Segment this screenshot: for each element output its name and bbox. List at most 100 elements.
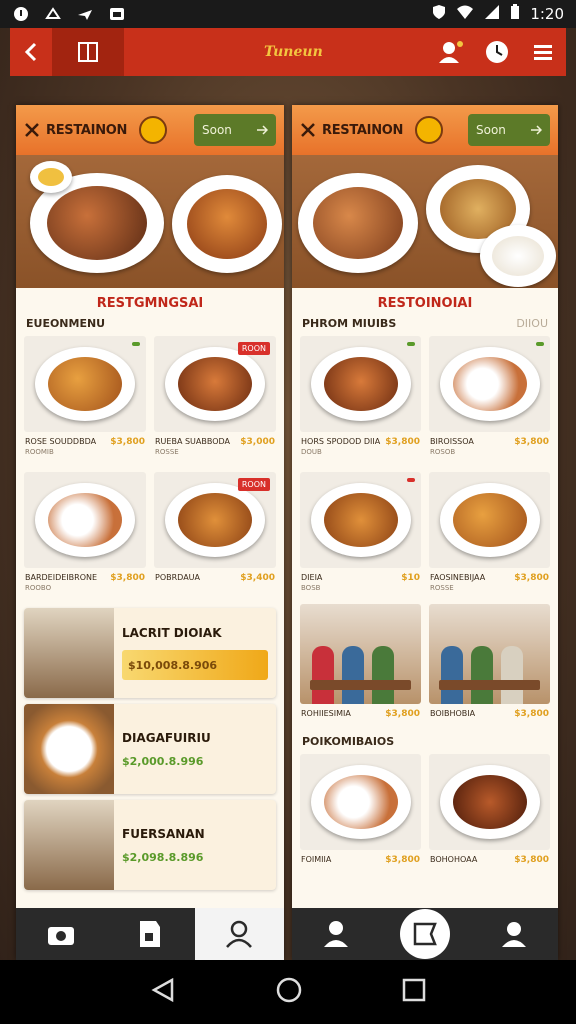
back-button[interactable] <box>10 28 52 76</box>
search-button[interactable]: Soon <box>468 114 550 146</box>
search-label: Soon <box>202 123 232 137</box>
dish-name: FOIMIIA <box>301 855 332 864</box>
left-restaurant-panel: RESTAINON Soon RESTGMNGSAI EUEONMENU ROS… <box>16 105 284 960</box>
menu-card[interactable]: FAOSINEBIJAA ROSSE $3,800 <box>429 472 550 600</box>
menu-grid: ROSE SOUDDBDA ROOMIB $3,800 ROON RUEBA SUABB… <box>16 334 284 602</box>
dish-price: $3,400 <box>240 573 275 583</box>
nav-account[interactable] <box>469 908 558 960</box>
brand-badge-icon <box>139 116 168 144</box>
dish-name: BARDEIDEIBRONE <box>25 573 98 582</box>
chef-icon <box>324 921 349 947</box>
hero-image <box>16 155 284 288</box>
dish-plate <box>310 483 411 557</box>
featured-item[interactable]: FUERSANAN $2,098.8.896 <box>24 800 276 890</box>
featured-image <box>24 608 114 698</box>
dish-plate <box>310 765 411 839</box>
dish-name: RUEBA SUABBODA <box>155 437 231 446</box>
menu-card[interactable]: ROSE SOUDDBDA ROOMIB $3,800 <box>24 336 146 464</box>
dining-photo <box>429 604 550 704</box>
subsection-title: POIKOMIBAIOS <box>302 735 395 748</box>
menu-book-button[interactable] <box>52 28 124 76</box>
featured-text: LACRIT DIOIAK $10,008.8.906 <box>114 608 276 698</box>
dish-sub: ROOMIB <box>25 448 54 456</box>
featured-title: FUERSANAN <box>122 826 205 841</box>
clock-time: 1:20 <box>530 5 564 23</box>
menu-card-icon <box>413 922 437 946</box>
dish-price: $3,800 <box>385 437 420 447</box>
nav-camera[interactable] <box>16 908 106 960</box>
featured-price: $2,098.8.896 <box>122 850 204 864</box>
dish-thumbnail <box>300 472 421 568</box>
dish-thumbnail <box>300 336 421 432</box>
timer-button[interactable] <box>474 28 520 76</box>
dish-tag <box>132 342 140 346</box>
dish-plate <box>165 483 265 557</box>
dish-meta: BARDEIDEIBRONE ROOBO $3,800 <box>24 568 146 600</box>
dish-plate <box>439 483 540 557</box>
dish-sub: BOSB <box>301 584 321 592</box>
menu-grid: HORS SPODOD DIIA DOUB $3,800 BIROISSOA ROSOB… <box>292 334 558 602</box>
dish-plate <box>35 483 135 557</box>
featured-item[interactable]: LACRIT DIOIAK $10,008.8.906 <box>24 608 276 698</box>
dish-thumbnail <box>24 472 146 568</box>
menu-card[interactable]: HORS SPODOD DIIA DOUB $3,800 <box>300 336 421 464</box>
photo-card[interactable]: BOIBHOBIA $3,800 <box>429 604 550 727</box>
menu-card[interactable]: ROON RUEBA SUABBODA ROSSE $3,000 <box>154 336 276 464</box>
search-button[interactable]: Soon <box>194 114 276 146</box>
menu-card[interactable]: DIEIA BOSB $10 <box>300 472 421 600</box>
subsection-header: PHROM MIUIBS DIIOU <box>292 315 558 334</box>
nav-orders[interactable] <box>105 908 195 960</box>
featured-price: $10,008.8.906 <box>122 650 268 680</box>
dish-thumbnail: ROON <box>154 336 276 432</box>
dish-thumbnail <box>429 754 550 850</box>
dish-name: DIEIA <box>301 573 323 582</box>
rice-bowl <box>480 225 556 287</box>
menu-card[interactable]: ROON POBRDAUA $3,400 <box>154 472 276 600</box>
dish-thumbnail <box>300 754 421 850</box>
nav-chef[interactable] <box>292 908 381 960</box>
dish-plate <box>310 347 411 421</box>
status-bar: 1:20 <box>0 0 576 28</box>
dish-price: $3,800 <box>514 573 549 583</box>
dish-tag <box>407 342 415 346</box>
app-logo: Tuneun <box>264 44 323 60</box>
featured-item[interactable]: DIAGAFUIRIU $2,000.8.996 <box>24 704 276 794</box>
home-circle-icon[interactable] <box>275 976 303 1008</box>
featured-title: DIAGAFUIRIU <box>122 730 211 745</box>
nav-menu[interactable] <box>380 908 470 960</box>
photo-card[interactable]: ROHIIESIMIA $3,800 <box>300 604 421 727</box>
dish-tag <box>536 342 544 346</box>
featured-price: $2,000.8.996 <box>122 754 204 768</box>
bottom-nav <box>16 908 284 960</box>
menu-card[interactable]: BOHOHOAA $3,800 <box>429 754 550 874</box>
menu-card[interactable]: FOIMIIA $3,800 <box>300 754 421 874</box>
dish-name: POBRDAUA <box>155 573 200 582</box>
section-title: RESTGMNGSAI <box>96 296 204 311</box>
cutlery-icon <box>25 123 39 137</box>
dish-tag: ROON <box>237 342 270 355</box>
side-bowl <box>30 161 72 193</box>
hamburger-button[interactable] <box>520 28 566 76</box>
menu-card[interactable]: BIROISSOA ROSOB $3,800 <box>429 336 550 464</box>
recents-square-icon[interactable] <box>402 978 426 1006</box>
wifi-icon <box>456 4 474 24</box>
dish-meta: FAOSINEBIJAA ROSSE $3,800 <box>429 568 550 600</box>
dish-thumbnail: ROON <box>154 472 276 568</box>
featured-text: DIAGAFUIRIU $2,000.8.996 <box>114 704 276 794</box>
dish-thumbnail <box>24 336 146 432</box>
user-icon <box>226 920 253 948</box>
back-triangle-icon[interactable] <box>150 977 176 1007</box>
dining-photo <box>300 604 421 704</box>
profile-button[interactable] <box>428 28 474 76</box>
dish-meta: FOIMIIA $3,800 <box>300 850 421 874</box>
dish-meta: ROSE SOUDDBDA ROOMIB $3,800 <box>24 432 146 464</box>
menu-card[interactable]: BARDEIDEIBRONE ROOBO $3,800 <box>24 472 146 600</box>
photo-grid: ROHIIESIMIA $3,800 BOIBHOBIA $3,800 <box>292 602 558 729</box>
subsection-title: EUEONMENU <box>26 317 106 330</box>
dish-price: $3,000 <box>240 437 275 447</box>
dish-sub: DOUB <box>301 448 322 456</box>
nav-profile[interactable] <box>194 908 284 960</box>
dish-sub: ROOBO <box>25 584 52 592</box>
photo-title: ROHIIESIMIA <box>301 709 351 718</box>
dish-price: $10 <box>401 573 420 583</box>
